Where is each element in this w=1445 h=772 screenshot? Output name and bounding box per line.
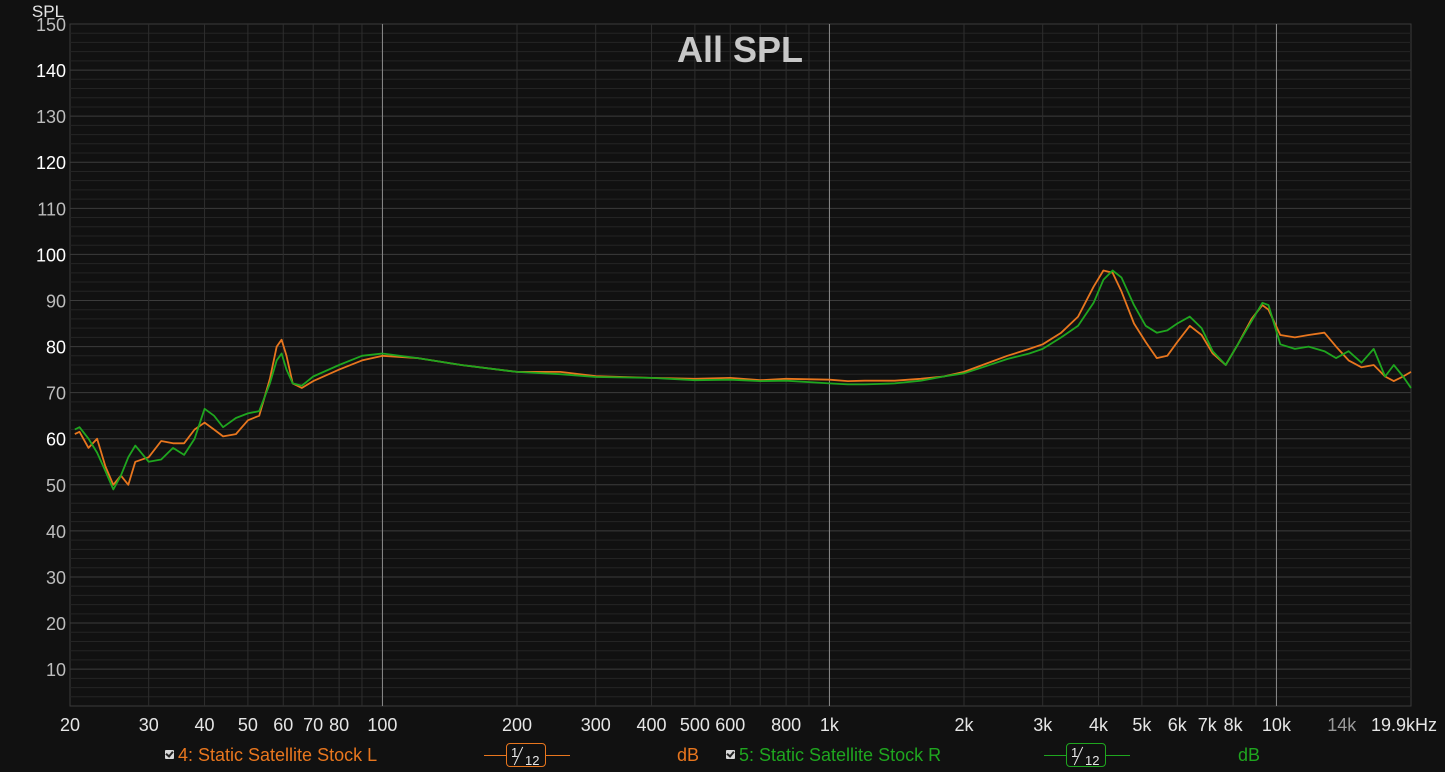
x-tick-label: 30	[139, 715, 159, 735]
x-tick-label: 3k	[1033, 715, 1053, 735]
x-tick-label: 2k	[954, 715, 974, 735]
x-tick-label: 14k	[1327, 715, 1357, 735]
x-tick-label: 60	[273, 715, 293, 735]
smoothing-control-left[interactable]: 1 12	[484, 742, 570, 770]
x-tick-label: 80	[329, 715, 349, 735]
x-tick-label: 19.9kHz	[1371, 715, 1437, 735]
legend-item-left[interactable]: 4: Static Satellite Stock L	[165, 745, 377, 766]
x-tick-label: 5k	[1132, 715, 1152, 735]
y-tick-label: 80	[46, 338, 66, 358]
x-tick-label: 800	[771, 715, 801, 735]
unit-left: dB	[677, 745, 700, 765]
x-tick-label: 1k	[820, 715, 840, 735]
x-tick-label: 300	[581, 715, 611, 735]
smoothing-denominator-right: 12	[1085, 753, 1100, 768]
x-tick-label: 10k	[1262, 715, 1292, 735]
y-tick-label: 30	[46, 568, 66, 588]
x-tick-label: 200	[502, 715, 532, 735]
x-tick-label: 50	[238, 715, 258, 735]
x-tick-label: 40	[195, 715, 215, 735]
spl-chart: 102030405060708090100110120130140150 20 3…	[0, 0, 1445, 742]
smoothing-denominator-left: 12	[525, 753, 540, 768]
y-tick-label: 10	[46, 660, 66, 680]
y-tick-label: 90	[46, 291, 66, 311]
checkbox-left[interactable]	[165, 750, 174, 759]
legend-label-left: 4: Static Satellite Stock L	[178, 745, 378, 765]
legend: 4: Static Satellite Stock L 1 12 dB 5: S…	[0, 742, 1445, 770]
x-tick-label: 100	[367, 715, 397, 735]
x-tick-label: 8k	[1224, 715, 1244, 735]
y-tick-label: 100	[36, 245, 66, 265]
plot-background	[0, 0, 1445, 742]
y-tick-label: 130	[36, 107, 66, 127]
unit-right: dB	[1238, 745, 1261, 765]
y-tick-label: 70	[46, 384, 66, 404]
legend-item-right[interactable]: 5: Static Satellite Stock R	[726, 745, 941, 766]
x-tick-label: 70	[303, 715, 323, 735]
x-tick-label: 500	[680, 715, 710, 735]
y-tick-label: 60	[46, 430, 66, 450]
x-tick-label: 400	[637, 715, 667, 735]
y-tick-label: 110	[37, 199, 66, 219]
legend-label-right: 5: Static Satellite Stock R	[739, 745, 942, 765]
chart-title: All SPL	[677, 29, 803, 70]
checkbox-right[interactable]	[726, 750, 735, 759]
smoothing-control-right[interactable]: 1 12	[1044, 742, 1130, 770]
y-tick-label: 20	[46, 614, 66, 634]
x-tick-label: 20	[60, 715, 80, 735]
y-axis-label: SPL	[32, 2, 64, 21]
x-tick-label: 4k	[1089, 715, 1109, 735]
y-tick-label: 120	[36, 153, 66, 173]
x-tick-label: 6k	[1168, 715, 1188, 735]
x-tick-label: 7k	[1198, 715, 1218, 735]
y-tick-label: 50	[46, 476, 66, 496]
x-tick-label: 600	[715, 715, 745, 735]
y-tick-label: 40	[46, 522, 66, 542]
y-tick-label: 140	[36, 61, 66, 81]
